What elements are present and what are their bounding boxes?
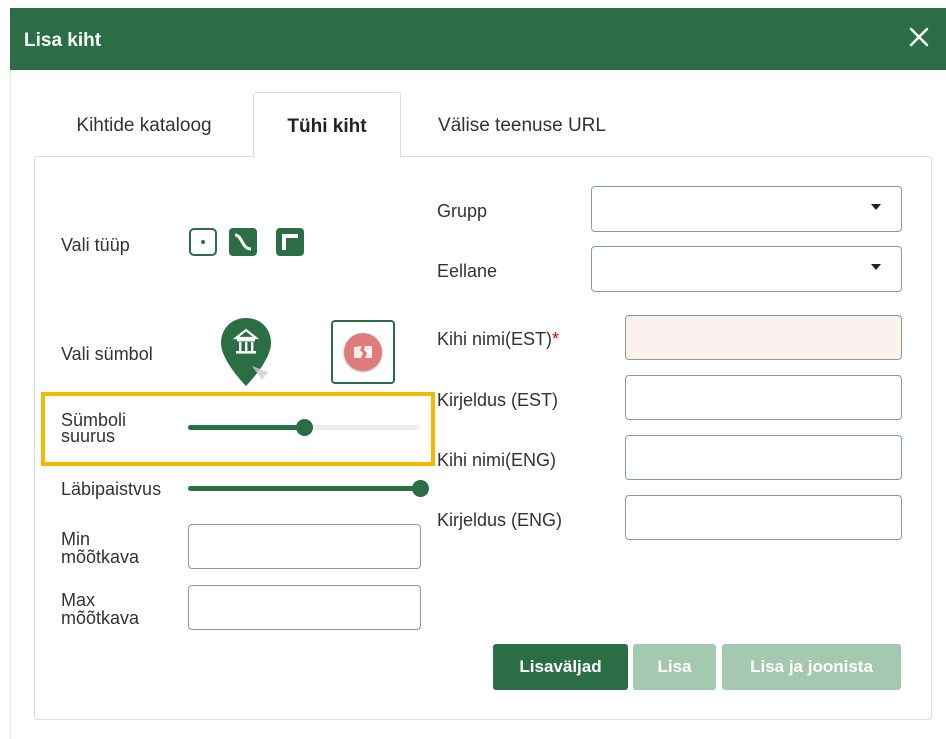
name-eng-label: Kihi nimi(ENG) [437,450,557,470]
min-scale-input[interactable] [188,524,421,569]
opacity-label: Läbipaistvus [61,479,162,499]
name-eng-input[interactable] [625,435,902,480]
close-icon[interactable] [904,22,934,52]
name-est-label-text: Kihi nimi(EST) [437,329,553,349]
opacity-fill [188,486,420,491]
desc-est-input[interactable] [625,375,902,420]
tab-layer-catalog[interactable]: Kihtide kataloog [64,92,224,157]
tab-empty-layer[interactable]: Tühi kiht [253,92,401,158]
line-type-icon[interactable] [229,228,257,256]
name-est-label: Kihi nimi(EST)* [437,329,559,349]
min-scale-label-1: Min [61,529,91,549]
parent-label: Eellane [437,261,498,281]
symbol-size-slider[interactable] [188,419,420,436]
max-scale-label-1: Max [61,590,96,610]
symbol-size-label-2: suurus [61,426,116,446]
max-scale-label-2: mõõtkava [61,608,140,628]
extra-fields-button[interactable]: Lisaväljad [493,644,628,690]
type-label: Vali tüüp [61,235,130,255]
desc-eng-label: Kirjeldus (ENG) [437,510,563,530]
building-marker-icon[interactable] [218,316,274,392]
required-mark: * [552,329,560,349]
desc-eng-input[interactable] [625,495,902,540]
dialog-title: Lisa kiht [24,30,102,51]
chevron-down-icon [871,204,881,210]
group-select[interactable] [591,186,902,232]
polygon-type-icon[interactable] [276,228,304,256]
dialog-border [10,70,11,739]
dialog-header: Lisa kiht [10,8,946,70]
symbol-size-fill [188,425,304,430]
name-est-input[interactable] [625,315,902,360]
opacity-thumb[interactable] [412,480,429,497]
chevron-down-icon [871,264,881,270]
add-and-draw-button[interactable]: Lisa ja joonista [722,644,901,690]
max-scale-input[interactable] [188,585,421,630]
group-label: Grupp [437,201,488,221]
image-symbol-icon[interactable] [331,320,395,384]
tab-external-service-url[interactable]: Välise teenuse URL [422,92,622,157]
broken-image-icon [344,333,382,371]
symbol-label: Vali sümbol [61,344,153,364]
symbol-size-thumb[interactable] [296,419,313,436]
opacity-slider[interactable] [188,480,429,497]
parent-select[interactable] [591,246,902,292]
point-type-icon[interactable] [189,228,217,256]
desc-est-label: Kirjeldus (EST) [437,390,559,410]
add-button[interactable]: Lisa [633,644,716,690]
min-scale-label-2: mõõtkava [61,547,140,567]
